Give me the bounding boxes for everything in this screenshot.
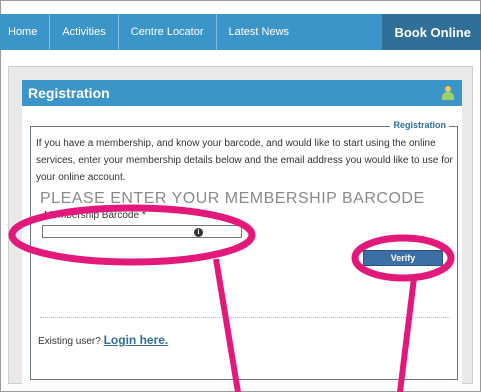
nav-activities[interactable]: Activities — [50, 14, 119, 50]
existing-user-text: Existing user? — [38, 336, 104, 347]
registration-header: Registration — [22, 80, 462, 106]
user-icon — [442, 86, 454, 100]
barcode-heading: PLEASE ENTER YOUR MEMBERSHIP BARCODE — [40, 190, 425, 207]
nav-centre-locator[interactable]: Centre Locator — [119, 14, 217, 50]
verify-button[interactable]: Verify — [363, 250, 443, 266]
nav-home[interactable]: Home — [0, 14, 51, 50]
divider — [40, 317, 450, 318]
intro-text: If you have a membership, and know your … — [36, 138, 453, 183]
book-online-button[interactable]: Book Online — [382, 14, 481, 50]
nav-latest-news[interactable]: Latest News — [217, 14, 302, 50]
barcode-input[interactable] — [42, 225, 242, 238]
registration-title: Registration — [28, 85, 110, 101]
barcode-label: Membership Barcode * — [44, 210, 146, 221]
login-link[interactable]: Login here. — [104, 333, 169, 347]
fieldset-legend: Registration — [390, 120, 449, 130]
top-nav: Home Activities Centre Locator Latest Ne… — [0, 14, 481, 50]
existing-user-row: Existing user? Login here. — [38, 333, 168, 347]
info-icon[interactable]: i — [194, 228, 203, 237]
